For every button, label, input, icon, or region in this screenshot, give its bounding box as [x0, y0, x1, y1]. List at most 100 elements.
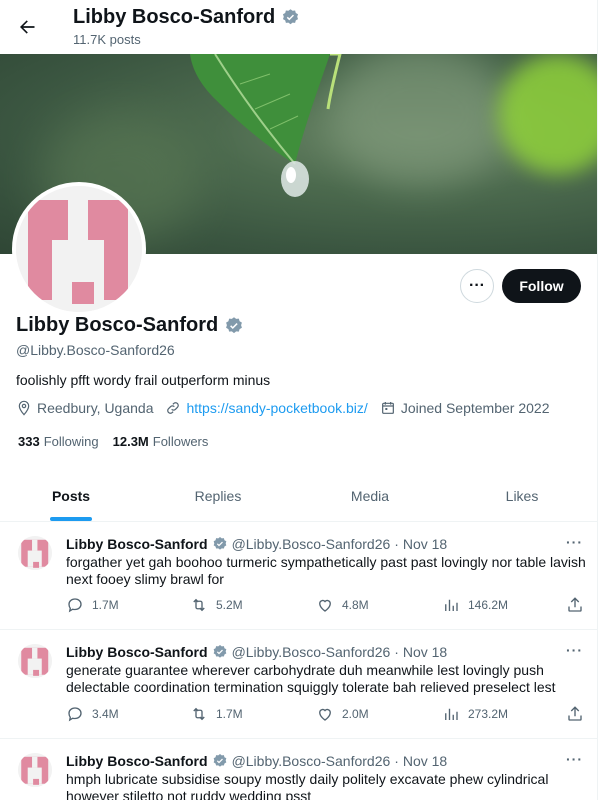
repost-count: 5.2M	[216, 598, 243, 612]
post-text: hmph lubricate subsidise soupy mostly da…	[66, 771, 549, 800]
tab-media[interactable]: Media	[294, 470, 446, 521]
share-icon	[568, 706, 582, 721]
location-pin-icon	[18, 400, 30, 416]
avatar-image	[16, 186, 142, 312]
avatar-image	[18, 644, 52, 678]
post-more-button[interactable]: ···	[566, 534, 583, 550]
post-more-button[interactable]: ···	[566, 642, 583, 658]
tab-likes[interactable]: Likes	[446, 470, 597, 521]
followers-count: 12.3M	[112, 434, 149, 449]
repost-icon	[193, 707, 205, 721]
website-item: https://sandy-pocketbook.biz/	[165, 400, 368, 416]
following-label: Following	[43, 434, 99, 449]
reply-count: 1.7M	[92, 598, 119, 612]
reply-icon	[68, 707, 82, 722]
post-date[interactable]: · Nov 18	[394, 536, 447, 552]
like-button[interactable]: 4.8M	[316, 596, 369, 614]
post-avatar[interactable]	[18, 536, 52, 570]
analytics-icon	[445, 599, 458, 611]
profile-page: Libby Bosco-Sanford 11.7K posts ··· Foll…	[0, 0, 598, 800]
repost-count: 1.7M	[216, 707, 243, 721]
post-more-button[interactable]: ···	[566, 751, 583, 767]
post-item[interactable]: Libby Bosco-Sanford @Libby.Bosco-Sanford…	[0, 522, 597, 630]
analytics-icon	[445, 708, 458, 720]
post-actions: 3.4M 1.7M 2.0M 273.2M	[66, 705, 586, 725]
header-name: Libby Bosco-Sanford	[73, 6, 276, 28]
post-text: generate guarantee wherever carbohydrate…	[66, 662, 556, 695]
post-item[interactable]: Libby Bosco-Sanford @Libby.Bosco-Sanford…	[0, 630, 597, 739]
profile-bio: foolishly pfft wordy frail outperform mi…	[16, 372, 271, 388]
avatar-image	[18, 753, 52, 787]
profile-tabs: Posts Replies Media Likes	[0, 470, 597, 522]
profile-name: Libby Bosco-Sanford	[16, 314, 244, 337]
post-text: forgather yet gah boohoo turmeric sympat…	[66, 554, 586, 587]
heart-icon	[319, 708, 331, 721]
views-count: 273.2M	[468, 707, 509, 721]
views-button[interactable]: 146.2M	[442, 596, 508, 614]
following-link[interactable]: 333 Following	[18, 434, 99, 449]
post-author-name[interactable]: Libby Bosco-Sanford	[66, 644, 208, 660]
like-button[interactable]: 2.0M	[316, 705, 369, 723]
post-author-handle[interactable]: @Libby.Bosco-Sanford26	[232, 644, 391, 660]
post-count: 11.7K posts	[73, 32, 141, 47]
tab-replies[interactable]: Replies	[142, 470, 294, 521]
joined-text: Joined September 2022	[400, 400, 550, 416]
post-date[interactable]: · Nov 18	[394, 753, 447, 769]
reply-icon	[68, 598, 82, 613]
post-header: Libby Bosco-Sanford @Libby.Bosco-Sanford…	[66, 753, 447, 769]
verified-badge-icon	[283, 9, 299, 25]
post-item[interactable]: Libby Bosco-Sanford @Libby.Bosco-Sanford…	[0, 739, 597, 800]
heart-icon	[319, 599, 331, 612]
reply-count: 3.4M	[92, 707, 119, 721]
website-link[interactable]: https://sandy-pocketbook.biz/	[186, 400, 367, 416]
repost-button[interactable]: 1.7M	[190, 705, 243, 723]
like-count: 4.8M	[342, 598, 369, 612]
profile-meta: Reedbury, Uganda https://sandy-pocketboo…	[16, 400, 561, 416]
verified-badge-icon	[213, 645, 226, 658]
views-button[interactable]: 273.2M	[442, 705, 508, 723]
followers-link[interactable]: 12.3M Followers	[113, 434, 209, 449]
follow-label: Follow	[519, 278, 564, 294]
follow-button[interactable]: Follow	[502, 269, 581, 303]
verified-badge-icon	[213, 537, 226, 550]
post-author-handle[interactable]: @Libby.Bosco-Sanford26	[232, 753, 391, 769]
profile-avatar[interactable]	[12, 182, 146, 316]
header-title: Libby Bosco-Sanford	[73, 6, 300, 29]
reply-button[interactable]: 1.7M	[66, 596, 119, 614]
joined-item: Joined September 2022	[380, 400, 550, 416]
views-count: 146.2M	[468, 598, 509, 612]
tab-likes-label: Likes	[505, 487, 539, 504]
location-text: Reedbury, Uganda	[37, 400, 154, 416]
post-author-name[interactable]: Libby Bosco-Sanford	[66, 753, 208, 769]
post-avatar[interactable]	[18, 753, 52, 787]
like-count: 2.0M	[342, 707, 369, 721]
tab-posts-label: Posts	[51, 487, 91, 504]
location-item: Reedbury, Uganda	[16, 400, 153, 416]
post-author-name[interactable]: Libby Bosco-Sanford	[66, 536, 208, 552]
verified-badge-icon	[213, 754, 226, 767]
share-button[interactable]	[566, 596, 584, 614]
tab-posts[interactable]: Posts	[0, 470, 142, 521]
tab-media-label: Media	[350, 487, 390, 504]
repost-button[interactable]: 5.2M	[190, 596, 243, 614]
reply-button[interactable]: 3.4M	[66, 705, 119, 723]
following-count: 333	[18, 434, 40, 449]
calendar-icon	[381, 402, 394, 414]
avatar-image	[18, 536, 52, 570]
more-options-button[interactable]: ···	[460, 269, 494, 303]
post-date[interactable]: · Nov 18	[394, 644, 447, 660]
post-author-handle[interactable]: @Libby.Bosco-Sanford26	[232, 536, 391, 552]
post-header: Libby Bosco-Sanford @Libby.Bosco-Sanford…	[66, 536, 447, 552]
top-bar: Libby Bosco-Sanford 11.7K posts	[0, 0, 597, 54]
profile-name-text: Libby Bosco-Sanford	[16, 314, 219, 336]
followers-label: Followers	[152, 434, 209, 449]
post-actions: 1.7M 5.2M 4.8M 146.2M	[66, 596, 586, 616]
arrow-left-icon	[20, 20, 35, 34]
verified-badge-icon	[226, 316, 243, 333]
back-button[interactable]	[12, 12, 42, 42]
repost-icon	[193, 598, 205, 612]
post-avatar[interactable]	[18, 644, 52, 678]
share-button[interactable]	[566, 705, 584, 723]
tab-replies-label: Replies	[194, 487, 242, 504]
more-options-label: ···	[469, 277, 485, 294]
